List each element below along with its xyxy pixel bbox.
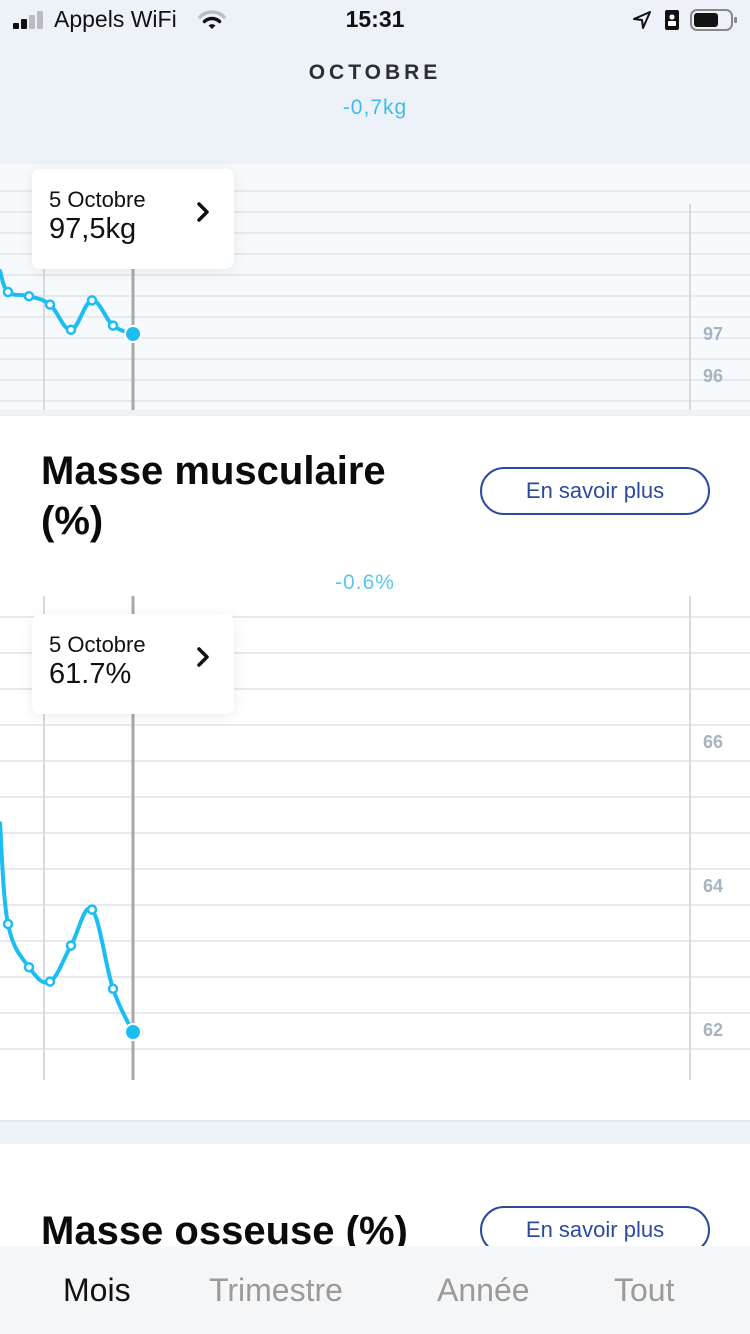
chevron-right-icon[interactable] [196,646,210,668]
selected-point [124,325,142,343]
muscle-chart[interactable] [0,416,750,1122]
tooltip-date: 5 Octobre [49,187,146,212]
y-tick-label: 96 [703,366,724,386]
muscle-tooltip[interactable]: 5 Octobre 61.7% [32,614,234,714]
tooltip-date: 5 Octobre [49,632,146,657]
tab-tout[interactable]: Tout [614,1272,674,1309]
section-divider [0,1120,750,1144]
data-point [23,961,35,973]
y-tick-label: 97 [703,324,724,344]
sim-icon [665,10,679,30]
battery-icon [690,9,737,31]
series-line [0,821,135,1034]
period-tabs: Mois Trimestre Année Tout [0,1246,750,1334]
chevron-right-icon[interactable] [196,201,210,223]
data-point [2,286,14,298]
data-point [86,295,98,306]
data-point [86,904,98,915]
data-point [44,976,56,987]
weight-chart-card: 97 96 5 Octobre 97,5kg [0,164,750,410]
weight-tooltip[interactable]: 5 Octobre 97,5kg [32,169,234,269]
data-point [2,918,14,930]
location-arrow-icon [633,11,651,29]
data-point [44,299,56,310]
data-point [65,324,77,336]
period-header: OCTOBRE -0,7kg [0,40,750,164]
tab-annee[interactable]: Année [437,1272,530,1309]
selected-point [124,1023,142,1041]
tab-mois[interactable]: Mois [63,1272,131,1309]
data-point [23,290,35,302]
month-label: OCTOBRE [308,61,442,84]
data-point [107,983,119,995]
data-point [65,940,77,951]
data-point [107,320,119,331]
tooltip-value: 61.7% [49,658,132,690]
y-tick-label: 64 [703,876,724,896]
weight-delta: -0,7kg [342,96,408,119]
y-tick-label: 66 [703,732,724,752]
tooltip-value: 97,5kg [49,213,137,245]
muscle-mass-card: Masse musculaire (%) En savoir plus -0.6… [0,410,750,1122]
bone-mass-card: Masse osseuse (%) En savoir plus [0,1144,750,1254]
status-bar: Appels WiFi 15:31 [0,0,750,40]
tab-trimestre[interactable]: Trimestre [209,1272,343,1309]
y-tick-label: 62 [703,1020,724,1040]
